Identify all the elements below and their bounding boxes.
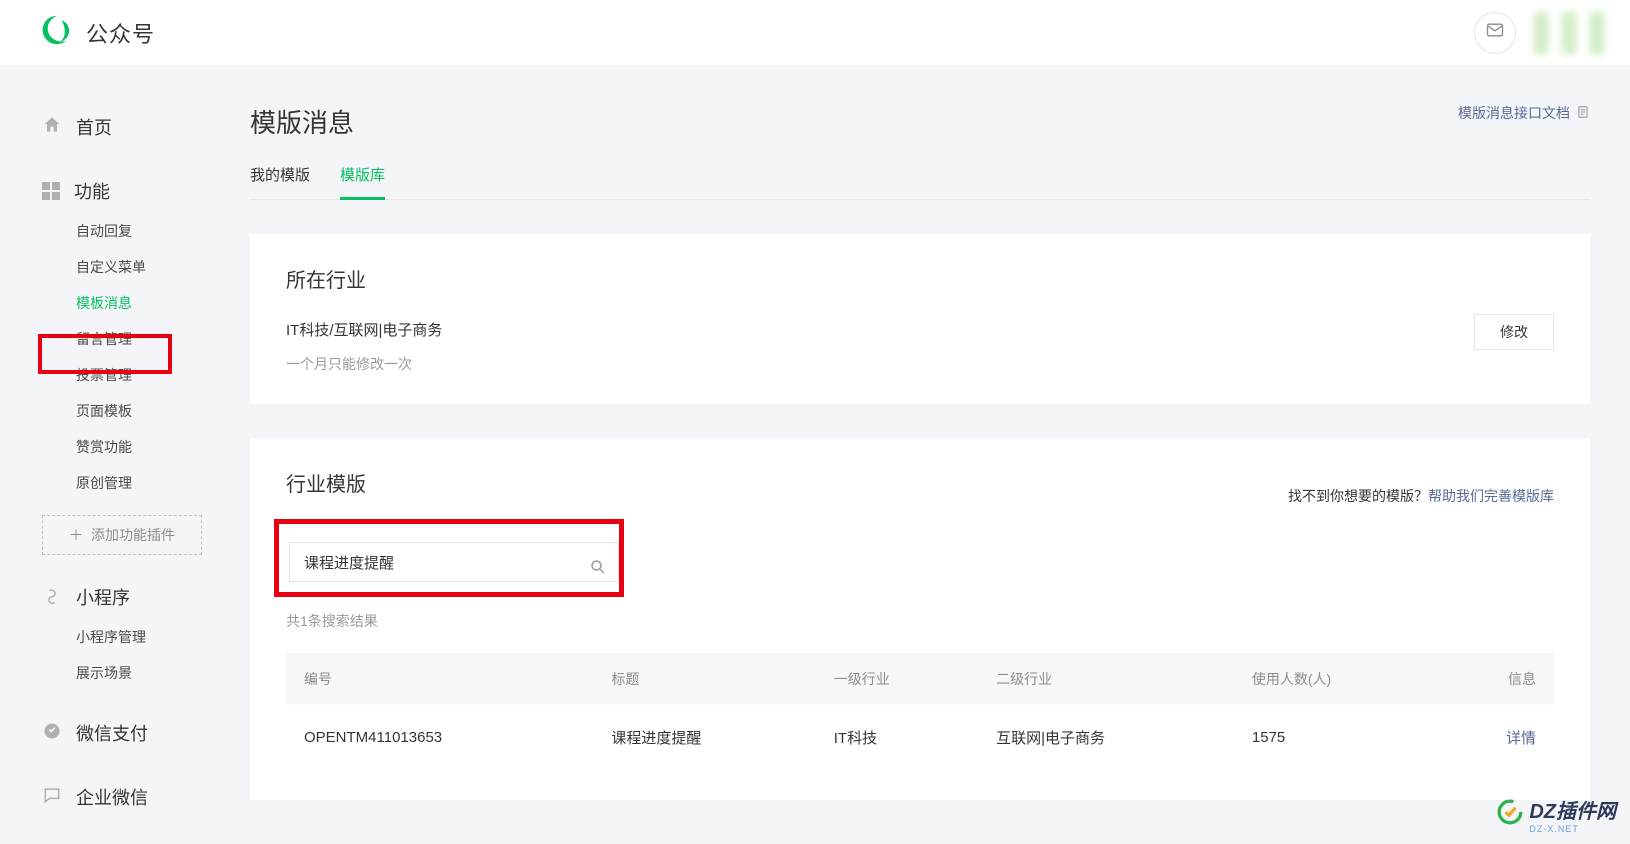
- page-title: 模版消息: [250, 103, 354, 140]
- mail-icon: [1485, 20, 1505, 45]
- column-header: 信息: [1437, 653, 1554, 705]
- brand-title: 公众号: [86, 17, 155, 49]
- doc-icon: [1576, 105, 1590, 122]
- modify-button[interactable]: 修改: [1474, 314, 1554, 350]
- search-button[interactable]: [587, 558, 609, 580]
- sidebar-item-comments[interactable]: 留言管理: [76, 321, 230, 357]
- help-link[interactable]: 帮助我们完善模版库: [1428, 488, 1554, 504]
- detail-link[interactable]: 详情: [1506, 730, 1536, 747]
- sidebar: 首页 功能 自动回复自定义菜单模板消息留言管理投票管理页面模板赞赏功能原创管理 …: [0, 65, 230, 844]
- sidebar-item-voting[interactable]: 投票管理: [76, 357, 230, 393]
- avatar[interactable]: [1534, 12, 1604, 54]
- chat-icon: [42, 785, 62, 810]
- cell-users: 1575: [1234, 705, 1438, 770]
- logo-icon: [40, 13, 74, 52]
- column-header: 标题: [593, 653, 815, 705]
- template-library-card: 行业模版 找不到你想要的模版？帮助我们完善模版库 共1条搜索结果 编号标题一级行…: [250, 438, 1590, 800]
- sidebar-group-features[interactable]: 功能: [0, 169, 230, 213]
- sidebar-item-original[interactable]: 原创管理: [76, 465, 230, 501]
- grid-icon: [42, 182, 60, 200]
- brand[interactable]: 公众号: [40, 13, 155, 52]
- watermark: DZ插件网DZ-X.NET: [1497, 795, 1616, 834]
- sidebar-group-miniprogram[interactable]: 小程序: [0, 575, 230, 619]
- industry-card: 所在行业 IT科技/互联网|电子商务 一个月只能修改一次 修改: [250, 234, 1590, 404]
- column-header: 使用人数(人): [1234, 653, 1438, 705]
- cell-cat2: 互联网|电子商务: [978, 705, 1234, 770]
- highlight-annotation-search: [274, 519, 624, 597]
- sidebar-item-mp-manage[interactable]: 小程序管理: [76, 619, 230, 655]
- column-header: 编号: [286, 653, 593, 705]
- search-input[interactable]: [289, 542, 619, 582]
- sidebar-item-auto-reply[interactable]: 自动回复: [76, 213, 230, 249]
- help-text: 找不到你想要的模版？帮助我们完善模版库: [1288, 486, 1554, 506]
- industry-value: IT科技/互联网|电子商务: [286, 319, 1554, 340]
- template-library-title: 行业模版: [286, 468, 366, 497]
- add-plugin-button[interactable]: ＋ 添加功能插件: [42, 515, 202, 555]
- sidebar-item-template-msg[interactable]: 模板消息: [76, 285, 230, 321]
- search-icon: [589, 558, 607, 581]
- tab-library[interactable]: 模版库: [340, 164, 385, 199]
- result-count: 共1条搜索结果: [286, 611, 1554, 631]
- column-header: 一级行业: [816, 653, 978, 705]
- tab-mine[interactable]: 我的模版: [250, 164, 310, 199]
- template-table: 编号标题一级行业二级行业使用人数(人)信息 OPENTM411013653课程进…: [286, 653, 1554, 770]
- cell-cat1: IT科技: [816, 705, 978, 770]
- main-content: 模版消息 模版消息接口文档 我的模版模版库 所在行业 IT科技/互联网|电子商务…: [230, 65, 1630, 844]
- sidebar-item-wxpay[interactable]: 微信支付: [0, 711, 230, 755]
- sidebar-item-home[interactable]: 首页: [0, 105, 230, 149]
- sidebar-item-page-template[interactable]: 页面模板: [76, 393, 230, 429]
- cell-id: OPENTM411013653: [286, 705, 593, 770]
- watermark-icon: [1497, 799, 1523, 831]
- sidebar-item-mp-scene[interactable]: 展示场景: [76, 655, 230, 691]
- tabs: 我的模版模版库: [250, 164, 1590, 200]
- top-header: 公众号: [0, 0, 1630, 65]
- plus-icon: ＋: [69, 525, 83, 545]
- sidebar-item-enterprise[interactable]: 企业微信: [0, 775, 230, 819]
- wxpay-icon: [42, 721, 62, 746]
- sidebar-item-rewards[interactable]: 赞赏功能: [76, 429, 230, 465]
- industry-title: 所在行业: [286, 264, 1554, 293]
- cell-title: 课程进度提醒: [593, 705, 815, 770]
- industry-note: 一个月只能修改一次: [286, 354, 1554, 374]
- table-row: OPENTM411013653课程进度提醒IT科技互联网|电子商务1575 详情: [286, 705, 1554, 770]
- mail-button[interactable]: [1474, 12, 1516, 54]
- sidebar-item-custom-menu[interactable]: 自定义菜单: [76, 249, 230, 285]
- column-header: 二级行业: [978, 653, 1234, 705]
- api-doc-link[interactable]: 模版消息接口文档: [1458, 103, 1590, 123]
- home-icon: [42, 115, 62, 140]
- miniprogram-icon: [42, 585, 62, 610]
